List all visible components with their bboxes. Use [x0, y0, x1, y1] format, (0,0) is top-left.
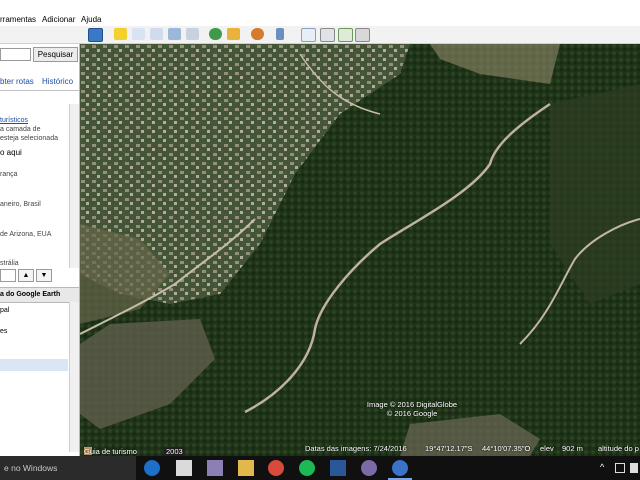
ruler-icon[interactable]	[276, 28, 284, 40]
layers-header-label: a do Google Earth	[0, 291, 61, 298]
app-icon[interactable]	[361, 460, 377, 476]
layers-item-selected[interactable]	[0, 359, 68, 371]
elevation-label: elev	[540, 444, 554, 453]
spotify-icon[interactable]	[299, 460, 315, 476]
file-explorer-icon[interactable]	[238, 460, 254, 476]
places-item[interactable]: rança	[0, 171, 18, 178]
move-down-button[interactable]: ▼	[36, 269, 52, 282]
planets-icon[interactable]	[251, 28, 264, 40]
toolbar	[0, 26, 640, 44]
year-badge: 2003	[164, 447, 185, 456]
places-item[interactable]: aneiro, Brasil	[0, 201, 41, 208]
print-icon[interactable]	[320, 28, 335, 42]
places-scrollbar[interactable]	[69, 104, 79, 268]
historical-imagery-icon[interactable]	[209, 28, 222, 40]
eye-altitude-label: altitude do p	[598, 444, 639, 453]
menu-bar: rramentas Adicionar Ajuda	[0, 14, 640, 26]
layers-item[interactable]: es	[0, 328, 7, 335]
chrome-icon[interactable]	[268, 460, 284, 476]
latitude-readout: 19°47'12.17"S	[425, 444, 473, 453]
menu-help[interactable]: Ajuda	[81, 15, 101, 24]
polygon-icon[interactable]	[132, 28, 145, 40]
search-button[interactable]: Pesquisar	[33, 47, 78, 62]
placemark-icon[interactable]	[114, 28, 127, 40]
email-icon[interactable]	[301, 28, 316, 42]
google-earth-icon[interactable]	[392, 460, 408, 476]
imagery-date: Datas das imagens: 7/24/2016	[305, 444, 407, 453]
places-item-tourist[interactable]: turísticos	[0, 117, 28, 124]
get-directions-link[interactable]: bter rotas	[0, 77, 34, 86]
store-icon[interactable]	[176, 460, 192, 476]
history-link[interactable]: Histórico	[42, 77, 73, 86]
places-item[interactable]: strália	[0, 260, 19, 267]
layers-scrollbar[interactable]	[69, 302, 79, 452]
places-note: a camada de	[0, 126, 41, 133]
windows-taskbar: e no Windows ^	[0, 456, 640, 480]
google-maps-icon[interactable]	[338, 28, 353, 42]
layers-item[interactable]: pal	[0, 307, 9, 314]
sunlight-icon[interactable]	[227, 28, 240, 40]
menu-tools[interactable]: rramentas	[0, 15, 36, 24]
volume-icon[interactable]	[630, 463, 638, 473]
map-view[interactable]: Image © 2016 DigitalGlobe © 2016 Google	[80, 44, 640, 456]
word-icon[interactable]	[330, 460, 346, 476]
image-overlay-icon[interactable]	[168, 28, 181, 40]
places-item[interactable]: de Arizona, EUA	[0, 231, 51, 238]
elevation-value: 902 m	[562, 444, 583, 453]
map-status-bar: Guia de turismo 2003 Datas das imagens: …	[80, 441, 640, 456]
attribution-line-1: Image © 2016 DigitalGlobe	[366, 400, 458, 409]
sidebar-toggle-icon[interactable]	[88, 28, 103, 42]
places-dropdown[interactable]	[0, 269, 16, 282]
tour-guide-label: Guia de turismo	[84, 447, 137, 456]
tour-icon[interactable]	[186, 28, 199, 40]
longitude-readout: 44°10'07.35"O	[482, 444, 531, 453]
path-icon[interactable]	[150, 28, 163, 40]
imagery-attribution: Image © 2016 DigitalGlobe © 2016 Google	[362, 400, 462, 418]
satellite-imagery	[80, 44, 640, 456]
left-panel: Pesquisar bter rotas Histórico turístico…	[0, 44, 80, 456]
divider	[0, 90, 79, 91]
taskbar-search-box[interactable]: e no Windows	[0, 456, 136, 480]
edge-icon[interactable]	[144, 460, 160, 476]
menu-add[interactable]: Adicionar	[42, 15, 75, 24]
places-item[interactable]: o aqui	[0, 148, 22, 157]
tray-chevron-icon[interactable]: ^	[600, 462, 604, 472]
places-note: esteja selecionada	[0, 135, 58, 142]
kml-icon[interactable]	[355, 28, 370, 42]
search-input[interactable]	[0, 48, 31, 61]
network-icon[interactable]	[615, 463, 625, 473]
media-player-icon[interactable]	[207, 460, 223, 476]
attribution-line-2: © 2016 Google	[386, 409, 438, 418]
move-up-button[interactable]: ▲	[18, 269, 34, 282]
layers-header[interactable]: a do Google Earth	[0, 287, 79, 303]
